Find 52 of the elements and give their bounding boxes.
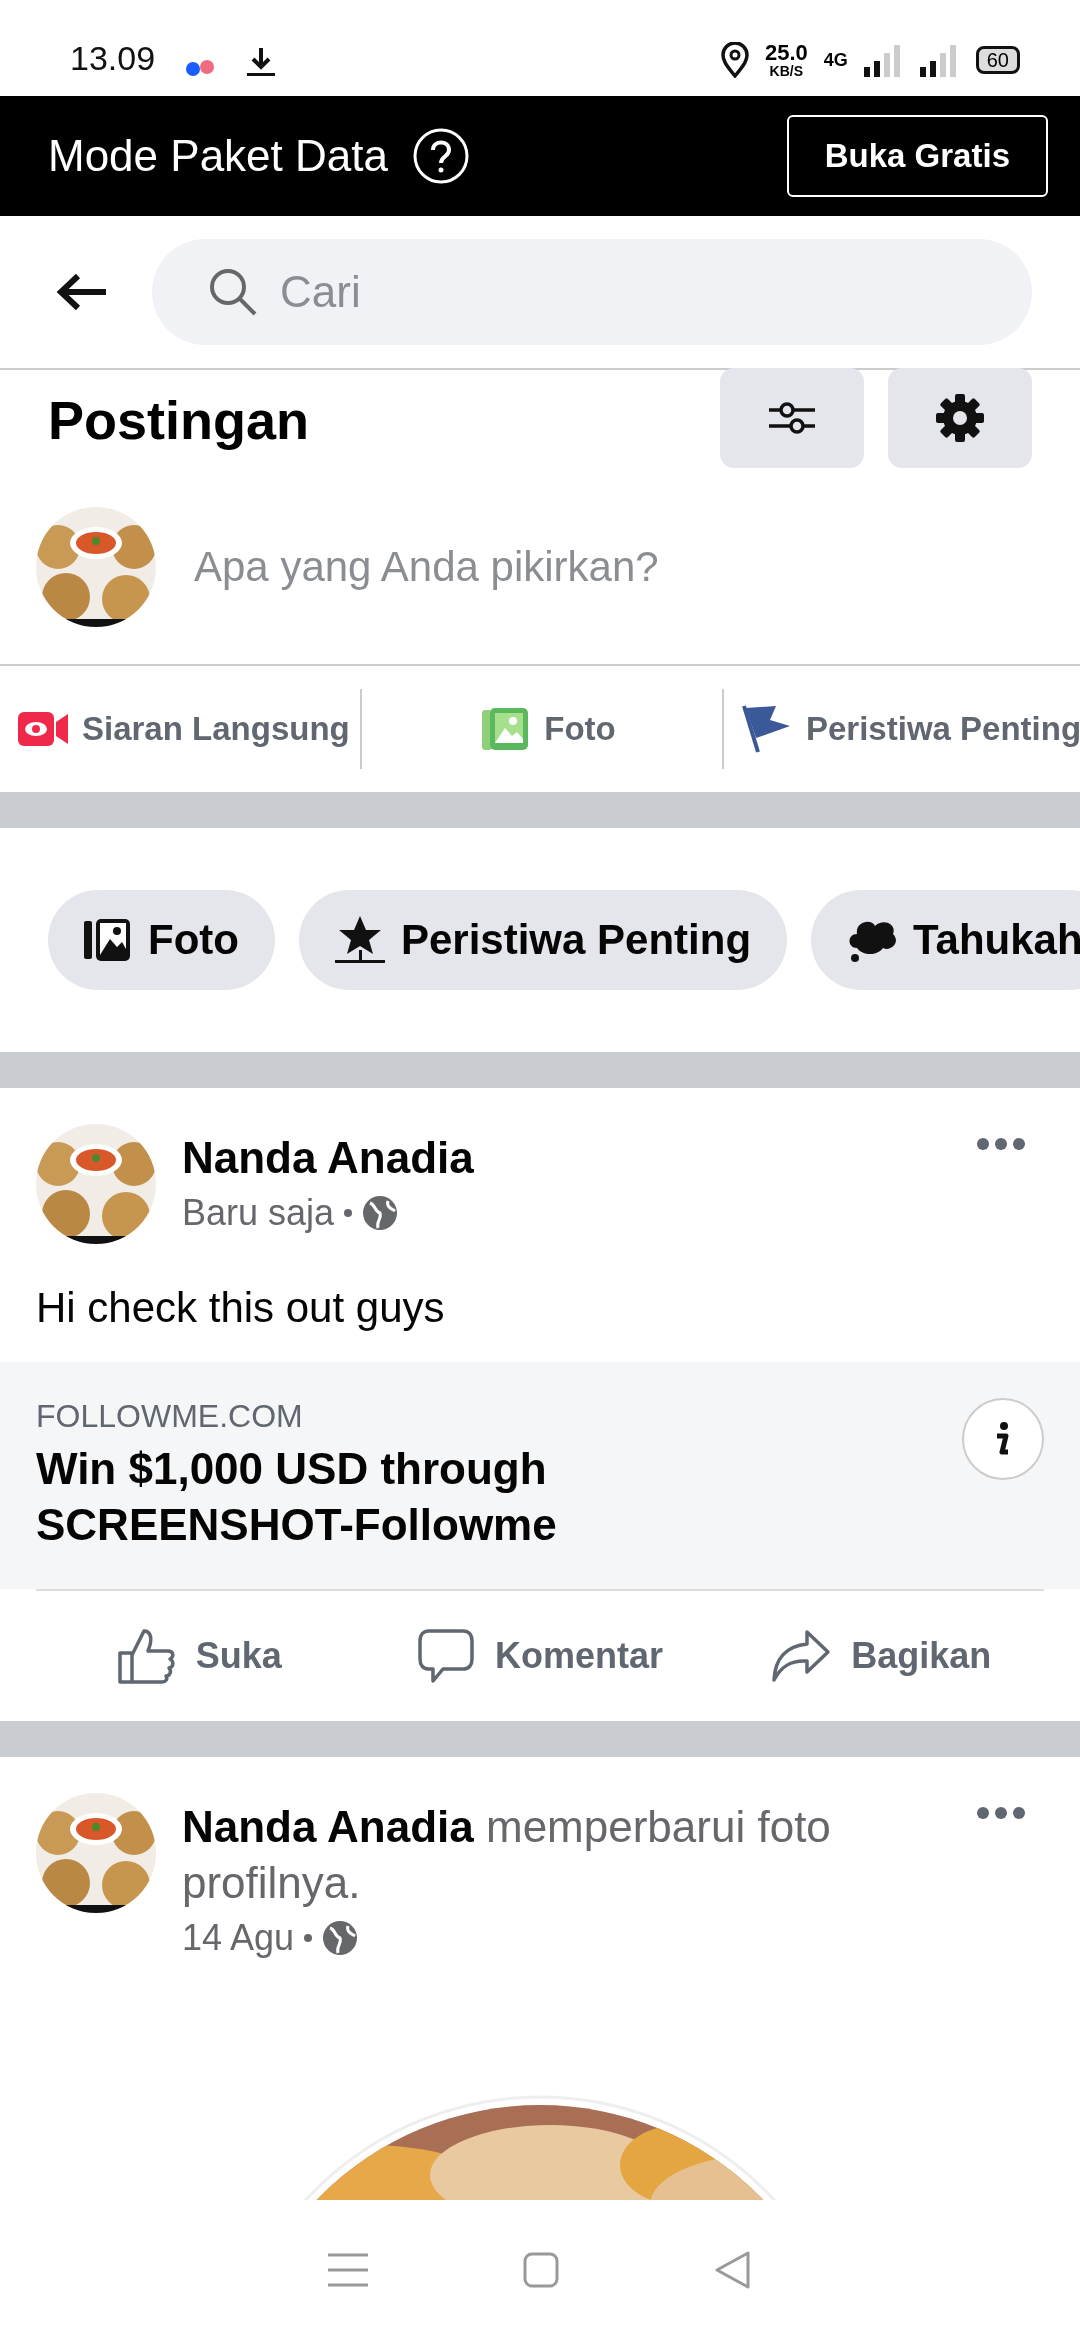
link-title: Win $1,000 USD through SCREENSHOT-Followme: [36, 1443, 558, 1551]
location-icon: [720, 42, 749, 78]
chip[interactable]: Foto: [48, 890, 275, 990]
banner-title: Mode Paket Data: [48, 131, 388, 181]
square-icon: [523, 2252, 559, 2288]
post-author: Nanda Anadia memperbarui foto profilnya.: [182, 1801, 832, 1909]
search-field[interactable]: Cari: [152, 239, 1032, 345]
photo-icon: [482, 706, 531, 752]
video-camera-icon: [18, 710, 68, 748]
chip[interactable]: Peristiwa Penting: [298, 890, 788, 990]
free-mode-button[interactable]: Buka Gratis: [786, 115, 1048, 197]
info-icon: [995, 1422, 1011, 1456]
status-time: 13.09: [70, 39, 156, 78]
menu-icon: [327, 2253, 368, 2287]
more-icon: [976, 1806, 1026, 1820]
help-icon[interactable]: [411, 127, 470, 185]
filter-button[interactable]: [720, 368, 864, 468]
network-speed: 25.0: [764, 42, 808, 64]
back-arrow-icon[interactable]: [56, 272, 108, 312]
settings-button[interactable]: [888, 368, 1032, 468]
download-icon: [245, 46, 278, 78]
more-icon: [976, 1137, 1026, 1151]
thumbs-up-icon: [115, 1627, 176, 1685]
chip[interactable]: Tahukah: [811, 890, 1080, 990]
post-time: Baru saja: [182, 1192, 335, 1234]
separator-dot-icon: [344, 1209, 353, 1217]
post-action[interactable]: Bagikan: [710, 1611, 1052, 1701]
photo-icon: [84, 917, 132, 963]
sliders-icon: [767, 400, 817, 436]
network-type: 4G: [823, 49, 848, 71]
link-domain: FOLLOWME.COM: [36, 1398, 304, 1435]
globe-icon: [362, 1195, 399, 1231]
battery-level: 60: [975, 46, 1020, 74]
search-icon: [208, 267, 258, 317]
globe-icon: [322, 1920, 359, 1956]
composer-action[interactable]: Peristiwa Penting: [722, 689, 1080, 769]
notification-dots-icon: [185, 58, 216, 78]
link-preview[interactable]: FOLLOWME.COM Win $1,000 USD through SCREENSHOT-Followme: [0, 1362, 1080, 1589]
post-author[interactable]: Nanda Anadia: [182, 1130, 932, 1186]
flag-icon: [742, 704, 792, 754]
post-action[interactable]: Komentar: [369, 1611, 711, 1701]
post-action[interactable]: Suka: [28, 1611, 370, 1701]
settings-icon: [935, 393, 985, 443]
speed-unit: KB/S: [769, 64, 804, 78]
post-time: 14 Agu: [182, 1917, 295, 1959]
star-icon: [334, 916, 385, 964]
speech-bubble-icon: [416, 1627, 475, 1685]
share-arrow-icon: [771, 1628, 832, 1684]
separator-dot-icon: [304, 1934, 313, 1942]
post-text: Hi check this out guys: [35, 1283, 446, 1333]
section-title: Postingan: [48, 389, 310, 451]
back-triangle-icon: [714, 2250, 753, 2290]
